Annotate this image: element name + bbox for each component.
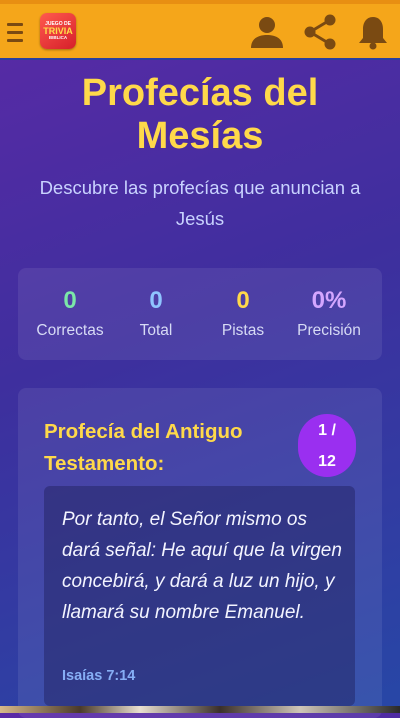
card-title: Profecía del Antiguo Testamento: <box>44 420 243 475</box>
stats-panel: 0 Correctas 0 Total 0 Pistas 0% Precisió… <box>18 268 382 360</box>
stat-value: 0 <box>236 287 250 314</box>
stat-value: 0 <box>63 287 77 314</box>
menu-icon[interactable] <box>7 23 23 45</box>
counter-total: 12 <box>318 452 336 470</box>
stat-total: 0 Total <box>111 286 201 340</box>
stat-label: Precisión <box>297 322 361 339</box>
prophecy-quote-box: Por tanto, el Señor mismo os dará señal:… <box>44 486 355 706</box>
stat-label: Correctas <box>36 322 104 339</box>
stat-label: Pistas <box>221 322 265 339</box>
stat-accuracy: 0% Precisión <box>284 286 374 340</box>
prophecy-quote: Por tanto, el Señor mismo os dará señal:… <box>62 509 342 623</box>
user-icon[interactable] <box>249 14 285 55</box>
app-header: JUEGO DE TRIVIA BIBLICA <box>0 0 400 60</box>
ad-banner-strip[interactable] <box>0 706 400 713</box>
stat-value: 0% <box>311 287 347 314</box>
prophecy-card: Profecía del Antiguo Testamento: 1 / 12 … <box>18 388 382 718</box>
counter-current: 1 / <box>318 421 336 439</box>
logo-line3: BIBLICA <box>48 34 68 40</box>
prophecy-reference: Isaías 7:14 <box>62 668 136 684</box>
stat-value: 0 <box>149 287 163 314</box>
question-counter-badge: 1 / 12 <box>298 414 356 477</box>
share-icon[interactable] <box>302 14 338 55</box>
page-subtitle: Descubre las profecías que anuncian a Je… <box>39 177 361 229</box>
stat-correct: 0 Correctas <box>25 286 115 340</box>
app-logo[interactable]: JUEGO DE TRIVIA BIBLICA <box>40 13 76 49</box>
bell-icon[interactable] <box>355 14 391 55</box>
page-title: Profecías del Mesías <box>81 72 319 157</box>
stat-label: Total <box>139 322 173 339</box>
stat-hints: 0 Pistas <box>198 286 288 340</box>
